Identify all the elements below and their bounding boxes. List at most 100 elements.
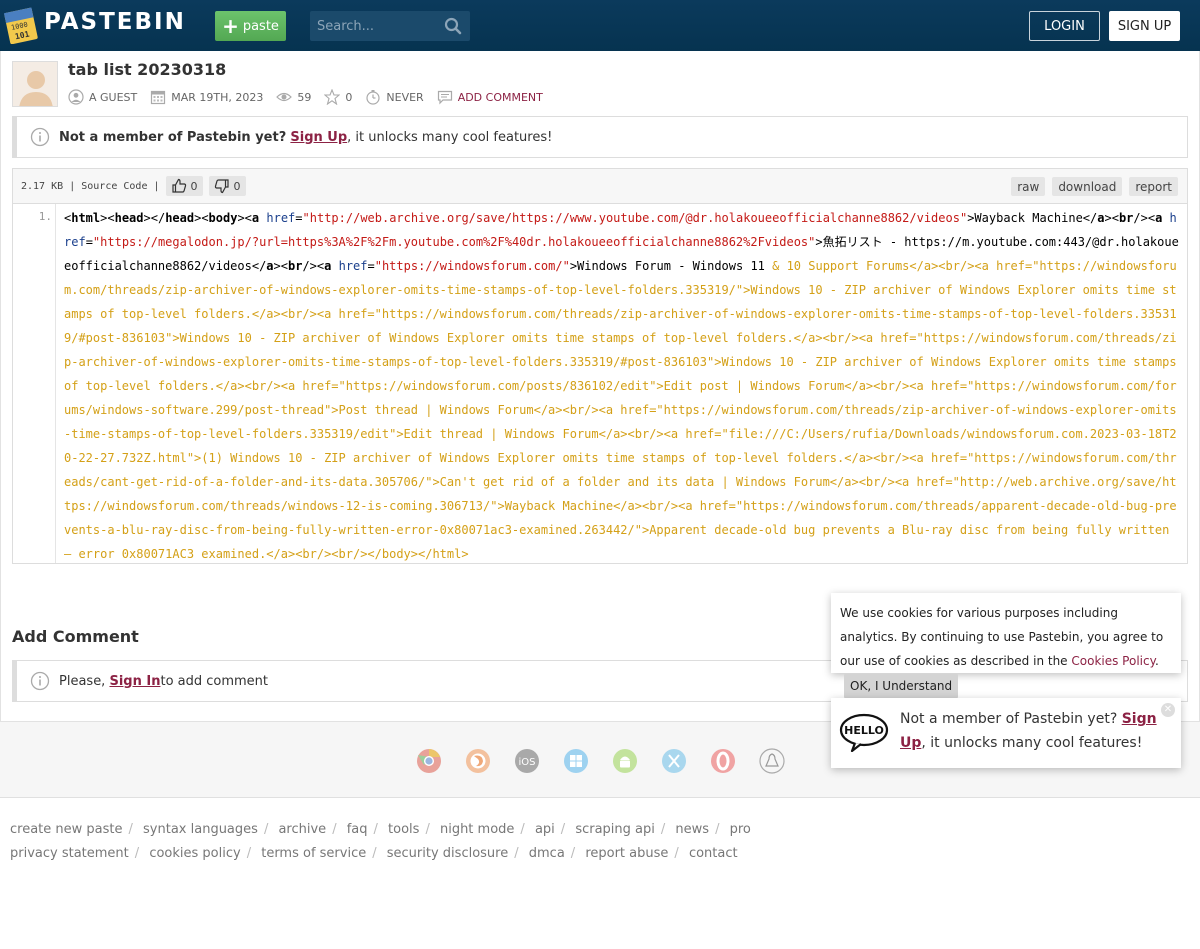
- download-button[interactable]: download: [1052, 177, 1123, 196]
- like-button[interactable]: 0: [165, 176, 203, 196]
- footer-link-scraping-api[interactable]: scraping api: [575, 822, 655, 837]
- meta-expiry: NEVER: [365, 89, 424, 105]
- report-button[interactable]: report: [1129, 177, 1178, 196]
- info-icon: [30, 671, 50, 691]
- svg-text:iOS: iOS: [519, 757, 536, 768]
- footer-link-privacy-statement[interactable]: privacy statement: [10, 846, 129, 861]
- dislike-count: 0: [233, 179, 241, 193]
- meta-stars[interactable]: 0: [324, 89, 352, 105]
- code-url: "https://megalodon.jp/?url=https%3A%2F%2…: [92, 235, 816, 249]
- footer-link-security-disclosure[interactable]: security disclosure: [387, 846, 508, 861]
- code-header: 2.17 KB | Source Code | 0 0 raw download…: [13, 169, 1187, 204]
- paste-date: MAR 19TH, 2023: [171, 90, 264, 104]
- footer-link-cookies-policy[interactable]: cookies policy: [149, 846, 240, 861]
- footer-link-faq[interactable]: faq: [347, 822, 368, 837]
- like-count: 0: [190, 179, 198, 193]
- info-icon: [30, 127, 50, 147]
- notice-signup-link[interactable]: Sign Up: [290, 130, 347, 145]
- footer-link-night-mode[interactable]: night mode: [440, 822, 514, 837]
- footer-link-dmca[interactable]: dmca: [529, 846, 565, 861]
- android-icon[interactable]: [612, 748, 638, 774]
- thumbs-up-icon: [171, 178, 186, 193]
- user-icon: [68, 89, 84, 105]
- meta-add-comment[interactable]: ADD COMMENT: [437, 89, 543, 105]
- footer-link-news[interactable]: news: [675, 822, 709, 837]
- code-text-segment: Wayback Machine: [974, 211, 1083, 225]
- expiry-value: NEVER: [386, 90, 424, 104]
- footer-link-create-new-paste[interactable]: create new paste: [10, 822, 123, 837]
- footer-link-tools[interactable]: tools: [388, 822, 419, 837]
- signup-button[interactable]: SIGN UP: [1109, 11, 1180, 41]
- close-icon[interactable]: ✕: [1161, 703, 1175, 717]
- member-popup-suffix: , it unlocks many cool features!: [921, 735, 1143, 751]
- code-body: 1. <html><head></head><body><a href="htt…: [13, 204, 1187, 563]
- cookies-policy-link[interactable]: Cookies Policy: [1071, 654, 1155, 668]
- pastebin-logo-text[interactable]: PASTEBIN: [44, 9, 186, 35]
- comment-prefix: Please,: [59, 673, 106, 689]
- code-url: "http://web.archive.org/save/https://www…: [302, 211, 968, 225]
- top-header: 1000 101 PASTEBIN + paste LOGIN SIGN UP: [0, 0, 1200, 51]
- chrome-icon[interactable]: [416, 748, 442, 774]
- author-name: A GUEST: [89, 90, 138, 104]
- ios-icon[interactable]: iOS: [514, 748, 540, 774]
- dislike-button[interactable]: 0: [208, 176, 246, 196]
- pastebin-logo-icon[interactable]: 1000 101: [3, 6, 38, 45]
- signup-notice: Not a member of Pastebin yet? Sign Up, i…: [12, 116, 1188, 158]
- add-comment-link[interactable]: ADD COMMENT: [458, 91, 543, 104]
- header-separator: |: [69, 180, 76, 192]
- cookie-ok-button[interactable]: OK, I Understand: [844, 674, 959, 698]
- member-popup: HELLO Not a member of Pastebin yet? Sign…: [831, 698, 1181, 768]
- search-input[interactable]: [310, 11, 435, 41]
- star-count: 0: [345, 90, 353, 104]
- paste-size: 2.17 KB: [21, 180, 64, 192]
- firefox-icon[interactable]: [465, 748, 491, 774]
- line-gutter: 1.: [13, 204, 56, 563]
- user-avatar: [12, 61, 58, 107]
- footer-link-terms-of-service[interactable]: terms of service: [261, 846, 366, 861]
- footer-links: create new paste / syntax languages / arch…: [10, 818, 751, 866]
- footer-link-api[interactable]: api: [535, 822, 555, 837]
- star-icon[interactable]: [324, 89, 341, 105]
- footer-link-syntax-languages[interactable]: syntax languages: [143, 822, 258, 837]
- macos-icon[interactable]: [661, 748, 687, 774]
- notice-prefix: Not a member of Pastebin yet?: [59, 129, 287, 145]
- footer-link-archive[interactable]: archive: [278, 822, 326, 837]
- calendar-icon: [151, 90, 166, 105]
- code-actions: raw download report: [1011, 177, 1178, 196]
- footer-link-contact[interactable]: contact: [689, 846, 738, 861]
- login-button[interactable]: LOGIN: [1029, 11, 1100, 41]
- footer-row-2: privacy statement / cookies policy / terms…: [10, 846, 738, 861]
- signin-link[interactable]: Sign In: [109, 674, 160, 689]
- member-popup-text: Not a member of Pastebin yet? Sign Up, i…: [900, 707, 1160, 755]
- search-icon[interactable]: [444, 17, 462, 35]
- member-popup-prefix: Not a member of Pastebin yet?: [900, 711, 1118, 727]
- raw-button[interactable]: raw: [1011, 177, 1046, 196]
- comment-suffix: to add comment: [160, 673, 269, 689]
- header-separator: |: [153, 180, 160, 192]
- opera-icon[interactable]: [710, 748, 736, 774]
- code-text-segment: & 10 Support Forums</a><br/><a href="htt…: [64, 259, 1184, 561]
- syntax-type: Source Code: [81, 180, 148, 192]
- cookie-end: .: [1154, 654, 1159, 668]
- hello-text: HELLO: [844, 724, 884, 737]
- code-text[interactable]: <html><head></head><body><a href="http:/…: [64, 206, 1182, 566]
- meta-date: MAR 19TH, 2023: [150, 89, 263, 105]
- comment-icon: [437, 90, 452, 105]
- footer-link-report-abuse[interactable]: report abuse: [585, 846, 668, 861]
- line-number: 1.: [38, 210, 52, 223]
- code-text-segment: Windows Forum - Windows 11: [577, 259, 773, 273]
- thumbs-down-icon: [214, 179, 229, 194]
- plus-icon: +: [222, 14, 239, 38]
- paste-meta: A GUEST MAR 19TH, 2023 59 0 NEVER ADD CO…: [68, 87, 556, 107]
- footer-row-1: create new paste / syntax languages / arch…: [10, 822, 751, 837]
- new-paste-button[interactable]: + paste: [215, 11, 286, 41]
- meta-author: A GUEST: [68, 89, 137, 105]
- cookie-banner: We use cookies for various purposes incl…: [831, 593, 1181, 673]
- notice-suffix: , it unlocks many cool features!: [347, 129, 553, 145]
- view-count: 59: [297, 90, 312, 104]
- footer-link-pro[interactable]: pro: [730, 822, 751, 837]
- linux-icon[interactable]: [759, 748, 785, 774]
- code-box: 2.17 KB | Source Code | 0 0 raw download…: [12, 168, 1188, 564]
- eye-icon: [276, 92, 293, 102]
- windows-icon[interactable]: [563, 748, 589, 774]
